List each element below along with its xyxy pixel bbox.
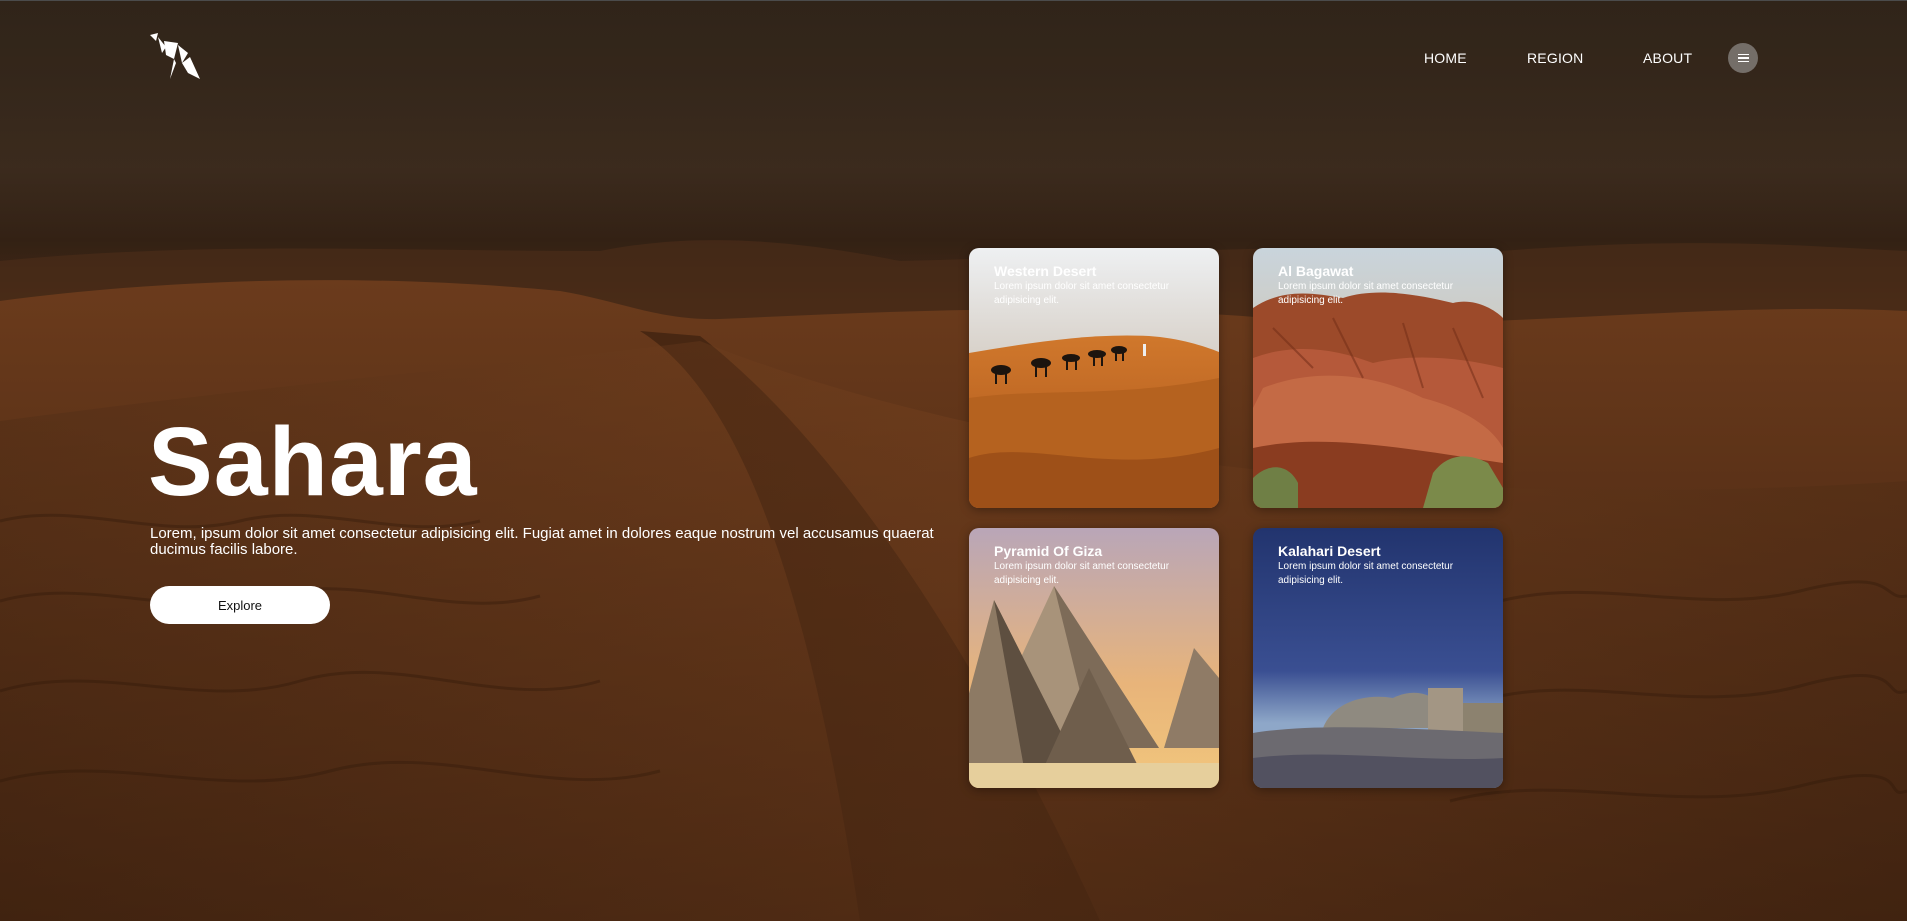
page-title: Sahara bbox=[148, 407, 478, 516]
card-description: Lorem ipsum dolor sit amet consectetur a… bbox=[994, 561, 1170, 586]
card-title: Western Desert bbox=[994, 263, 1097, 279]
card-title: Al Bagawat bbox=[1278, 263, 1354, 279]
card-pyramid-of-giza[interactable]: Pyramid Of Giza Lorem ipsum dolor sit am… bbox=[969, 528, 1219, 788]
card-description: Lorem ipsum dolor sit amet consectetur a… bbox=[994, 281, 1170, 306]
explore-button[interactable]: Explore bbox=[150, 586, 330, 624]
hero-description: Lorem, ipsum dolor sit amet consectetur … bbox=[150, 525, 934, 558]
card-description: Lorem ipsum dolor sit amet consectetur a… bbox=[1278, 561, 1454, 586]
card-kalahari-desert[interactable]: Kalahari Desert Lorem ipsum dolor sit am… bbox=[1253, 528, 1503, 788]
nav-link-home[interactable]: HOME bbox=[1424, 50, 1467, 66]
card-title: Pyramid Of Giza bbox=[994, 543, 1103, 559]
card-title: Kalahari Desert bbox=[1278, 543, 1381, 559]
card-description: Lorem ipsum dolor sit amet consectetur a… bbox=[1278, 281, 1454, 306]
card-al-bagawat[interactable]: Al Bagawat Lorem ipsum dolor sit amet co… bbox=[1253, 248, 1503, 508]
nav-link-region[interactable]: REGION bbox=[1527, 50, 1583, 66]
card-western-desert[interactable]: Western Desert Lorem ipsum dolor sit ame… bbox=[969, 248, 1219, 508]
menu-button[interactable] bbox=[1728, 43, 1758, 73]
nav-link-about[interactable]: ABOUT bbox=[1643, 50, 1692, 66]
main-navigation: HOME REGION ABOUT bbox=[0, 45, 1907, 71]
hero-section: HOME REGION ABOUT Sahara Lorem, ipsum do… bbox=[0, 0, 1907, 921]
hamburger-menu-icon bbox=[1737, 53, 1749, 63]
